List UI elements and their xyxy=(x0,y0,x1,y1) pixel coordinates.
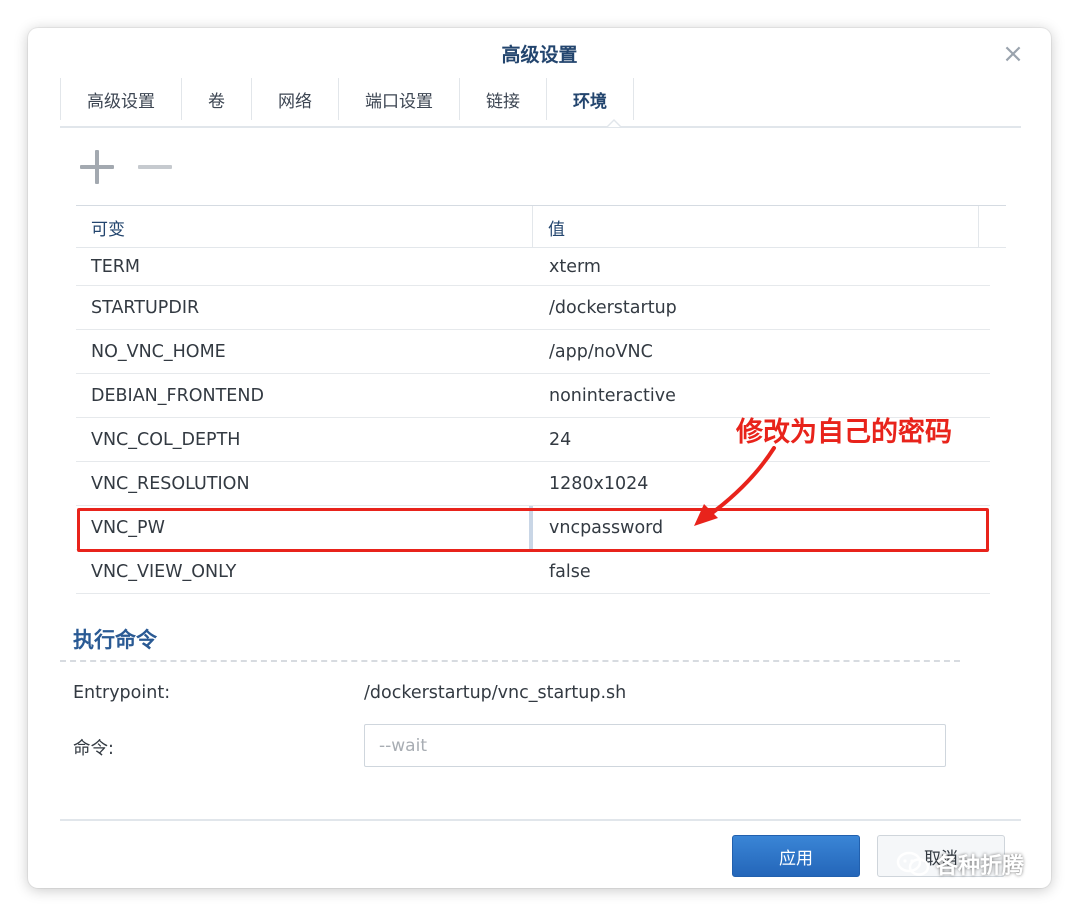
tab-environment[interactable]: 环境 xyxy=(546,78,634,120)
tab-links[interactable]: 链接 xyxy=(459,78,546,120)
variable-cell: VNC_RESOLUTION xyxy=(91,473,250,494)
env-toolbar xyxy=(80,150,172,184)
vnc-pw-highlight-box xyxy=(77,508,989,552)
dialog-title: 高级设置 xyxy=(501,44,578,66)
command-placeholder: --wait xyxy=(379,735,427,756)
tab-divider xyxy=(60,126,1021,128)
active-tab-caret xyxy=(606,119,622,127)
close-icon[interactable]: × xyxy=(1001,41,1025,67)
variable-cell: NO_VNC_HOME xyxy=(91,341,226,362)
tab-bar: 高级设置 卷 网络 端口设置 链接 环境 xyxy=(60,78,634,120)
table-row[interactable]: VNC_RESOLUTION 1280x1024 xyxy=(76,462,990,506)
footer-divider xyxy=(60,819,1021,821)
section-divider xyxy=(60,660,960,662)
variable-cell: DEBIAN_FRONTEND xyxy=(91,385,264,406)
table-row[interactable]: NO_VNC_HOME /app/noVNC xyxy=(76,330,990,374)
column-header-variable[interactable]: 可变 xyxy=(76,206,533,248)
tab-port-settings[interactable]: 端口设置 xyxy=(338,78,459,120)
entrypoint-label: Entrypoint: xyxy=(73,683,171,703)
table-header: 可变 值 xyxy=(76,205,1006,248)
variable-cell: TERM xyxy=(91,256,141,277)
column-header-value[interactable]: 值 xyxy=(533,206,979,248)
variable-cell: STARTUPDIR xyxy=(91,297,200,318)
annotation-arrow-icon xyxy=(694,446,776,526)
entrypoint-value: /dockerstartup/vnc_startup.sh xyxy=(364,683,627,703)
value-cell: /dockerstartup xyxy=(549,297,677,318)
apply-button[interactable]: 应用 xyxy=(732,835,860,877)
plus-icon[interactable] xyxy=(80,150,114,184)
command-label: 命令: xyxy=(73,739,114,759)
table-row[interactable]: TERM xterm xyxy=(76,248,990,286)
table-row[interactable]: STARTUPDIR /dockerstartup xyxy=(76,286,990,330)
tab-network[interactable]: 网络 xyxy=(251,78,338,120)
value-cell: /app/noVNC xyxy=(549,341,653,362)
command-input[interactable]: --wait xyxy=(364,724,946,767)
advanced-settings-dialog: 高级设置 × 高级设置 卷 网络 端口设置 链接 环境 可变 值 TERM xt… xyxy=(28,28,1051,888)
chat-bubble-icon xyxy=(896,851,930,876)
value-cell: false xyxy=(549,561,591,582)
watermark: 各种折腾 xyxy=(896,848,1024,880)
exec-section-title: 执行命令 xyxy=(73,628,157,652)
tab-advanced-settings[interactable]: 高级设置 xyxy=(60,78,181,120)
tab-volume[interactable]: 卷 xyxy=(181,78,251,120)
variable-cell: VNC_VIEW_ONLY xyxy=(91,561,237,582)
watermark-text: 各种折腾 xyxy=(936,854,1025,879)
table-row[interactable]: VNC_VIEW_ONLY false xyxy=(76,550,990,594)
annotation-text: 修改为自己的密码 xyxy=(736,417,952,448)
value-cell: xterm xyxy=(549,256,601,277)
variable-cell: VNC_COL_DEPTH xyxy=(91,429,241,450)
minus-icon[interactable] xyxy=(138,150,172,184)
